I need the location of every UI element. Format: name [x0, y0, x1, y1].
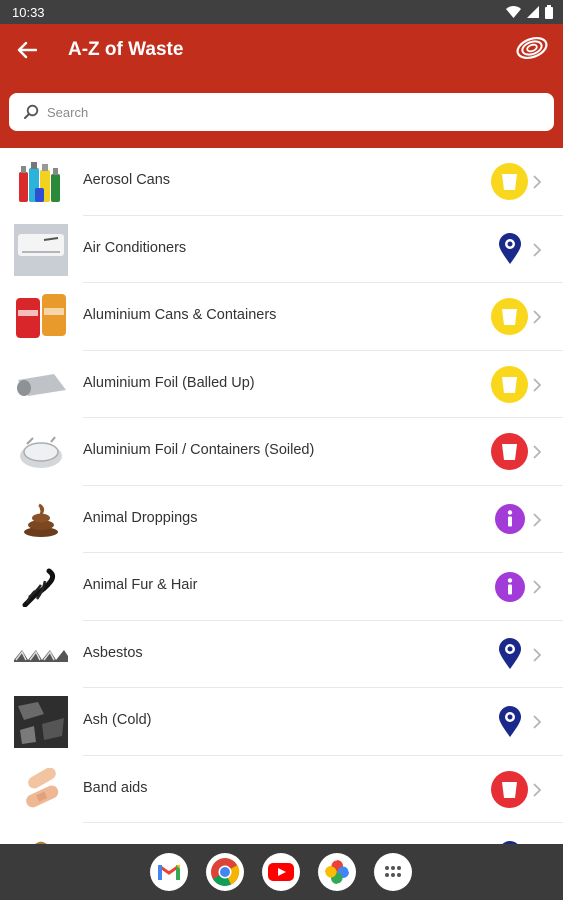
item-label: Ash (Cold): [83, 712, 152, 728]
status-icons: [506, 4, 553, 20]
list-item[interactable]: Band aids: [0, 756, 563, 823]
recycling-bin-icon: [491, 298, 528, 335]
list-item[interactable]: Aluminium Foil (Balled Up): [0, 351, 563, 418]
band-aids-image: [14, 764, 68, 816]
item-label: Aluminium Cans & Containers: [83, 307, 277, 323]
status-time: 10:33: [12, 5, 45, 20]
gmail-icon[interactable]: [150, 853, 188, 891]
photos-icon[interactable]: [318, 853, 356, 891]
general-waste-bin-icon: [491, 433, 528, 470]
chevron-right-icon: [533, 647, 542, 662]
asbestos-image: [14, 629, 68, 681]
item-label: Band aids: [83, 779, 148, 796]
location-pin-icon: [491, 703, 528, 740]
item-label: Animal Droppings: [83, 509, 198, 526]
arrow-left-icon: [17, 41, 37, 59]
chevron-right-icon: [533, 310, 542, 324]
location-pin-icon: [491, 231, 528, 268]
general-waste-bin-icon: [491, 770, 528, 808]
list-item[interactable]: Ash (Cold): [0, 688, 563, 756]
youtube-icon[interactable]: [262, 853, 300, 891]
search-input[interactable]: [47, 93, 537, 131]
chevron-right-icon: [533, 782, 542, 797]
recycling-bin-icon: [491, 163, 528, 200]
nav-bar: [0, 844, 563, 900]
list-item[interactable]: [0, 823, 563, 844]
aluminium-foil-image: [14, 359, 68, 411]
location-pin-icon: [491, 636, 528, 673]
chevron-right-icon: [533, 715, 542, 729]
council-swirl-logo: [516, 37, 548, 59]
app-bar: A-Z of Waste: [0, 24, 563, 148]
recycling-bin-icon: [491, 365, 528, 403]
foil-container-image: [14, 426, 68, 478]
list-item[interactable]: Animal Droppings: [0, 486, 563, 553]
status-bar: 10:33: [0, 0, 563, 24]
signal-icon: [527, 6, 539, 18]
chrome-icon[interactable]: [206, 853, 244, 891]
chevron-right-icon: [533, 445, 542, 459]
aerosol-cans-image: [14, 156, 68, 208]
animal-fur-image: [14, 561, 68, 613]
item-label: Air Conditioners: [83, 239, 187, 256]
item-label: Aerosol Cans: [83, 172, 171, 188]
page-title: A-Z of Waste: [68, 39, 184, 60]
list-item[interactable]: Aerosol Cans: [0, 148, 563, 216]
chevron-right-icon: [533, 580, 542, 594]
item-label: Aluminium Foil / Containers (Soiled): [83, 442, 315, 458]
list-item[interactable]: Air Conditioners: [0, 216, 563, 283]
chevron-right-icon: [533, 377, 542, 392]
list-item[interactable]: Animal Fur & Hair: [0, 553, 563, 621]
search-icon: [24, 104, 39, 119]
search-box[interactable]: [9, 93, 554, 131]
battery-icon: [545, 5, 553, 19]
back-button[interactable]: [14, 38, 40, 62]
info-icon: [491, 568, 528, 605]
basket-image: [14, 831, 68, 844]
waste-list: Aerosol Cans Air Conditioners Aluminium …: [0, 148, 563, 844]
air-conditioner-image: [14, 223, 68, 276]
wifi-icon: [506, 6, 521, 18]
chevron-right-icon: [533, 242, 542, 257]
list-item[interactable]: Asbestos: [0, 621, 563, 688]
chevron-right-icon: [533, 512, 542, 527]
list-item[interactable]: Aluminium Cans & Containers: [0, 283, 563, 351]
info-icon: [491, 501, 528, 538]
animal-droppings-image: [14, 494, 68, 546]
aluminium-cans-image: [14, 291, 68, 343]
item-label: Aluminium Foil (Balled Up): [83, 374, 255, 391]
app-drawer-icon[interactable]: [374, 853, 412, 891]
ash-image: [14, 696, 68, 748]
chevron-right-icon: [533, 175, 542, 189]
item-label: Asbestos: [83, 644, 143, 661]
list-item[interactable]: Aluminium Foil / Containers (Soiled): [0, 418, 563, 486]
item-label: Animal Fur & Hair: [83, 577, 198, 593]
